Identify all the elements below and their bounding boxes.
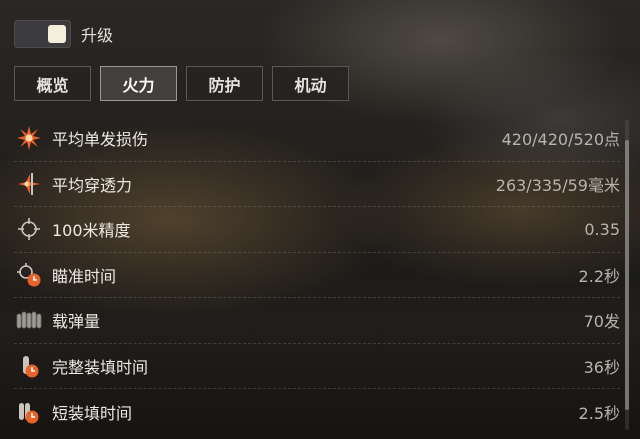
- stat-value: 2.5秒: [578, 403, 620, 423]
- stat-value: 70发: [583, 312, 620, 332]
- aim-timer-icon: [14, 260, 44, 290]
- stat-value: 420/420/520点: [501, 130, 620, 150]
- crosshair-icon: [14, 214, 44, 244]
- shell-reload-icon: [14, 351, 44, 381]
- stat-value: 2.2秒: [578, 266, 620, 286]
- tab-firepower[interactable]: 火力: [100, 66, 177, 101]
- stat-value: 263/335/59毫米: [495, 175, 620, 195]
- stat-label: 完整装填时间: [52, 357, 149, 377]
- upgrade-toggle-row: 升级: [14, 20, 113, 48]
- short-reload-icon: [14, 397, 44, 427]
- stats-scrollbar[interactable]: [625, 120, 629, 430]
- stat-value: 36秒: [583, 357, 620, 377]
- stat-row-accuracy: 100米精度 0.35: [14, 207, 620, 253]
- upgrade-toggle[interactable]: [14, 20, 71, 48]
- stat-row-damage: 平均单发损伤 420/420/520点: [14, 116, 620, 162]
- tab-bar: 概览 火力 防护 机动: [14, 66, 358, 101]
- stat-row-penetration: 平均穿透力 263/335/59毫米: [14, 162, 620, 207]
- ammo-rack-icon: [14, 305, 44, 335]
- stat-value: 0.35: [584, 219, 620, 239]
- stat-row-short-reload: 短装填时间 2.5秒: [14, 389, 620, 435]
- penetration-icon: [14, 169, 44, 199]
- tab-mobility[interactable]: 机动: [272, 66, 349, 101]
- tab-protection[interactable]: 防护: [186, 66, 263, 101]
- stat-label: 载弹量: [52, 312, 101, 332]
- stats-list: 平均单发损伤 420/420/520点 平均穿透力 263/335/59毫米 1…: [14, 116, 620, 435]
- stat-row-ammo-capacity: 载弹量 70发: [14, 298, 620, 344]
- stat-label: 平均单发损伤: [52, 130, 149, 150]
- stat-label: 100米精度: [52, 221, 131, 241]
- stat-label: 平均穿透力: [52, 175, 133, 195]
- stat-label: 短装填时间: [52, 403, 133, 423]
- scrollbar-thumb[interactable]: [625, 140, 629, 410]
- stat-label: 瞄准时间: [52, 266, 117, 286]
- damage-burst-icon: [14, 123, 44, 153]
- tab-overview[interactable]: 概览: [14, 66, 91, 101]
- stat-row-aim-time: 瞄准时间 2.2秒: [14, 253, 620, 298]
- toggle-knob: [48, 25, 66, 43]
- upgrade-toggle-label: 升级: [81, 26, 114, 45]
- stat-row-full-reload: 完整装填时间 36秒: [14, 344, 620, 389]
